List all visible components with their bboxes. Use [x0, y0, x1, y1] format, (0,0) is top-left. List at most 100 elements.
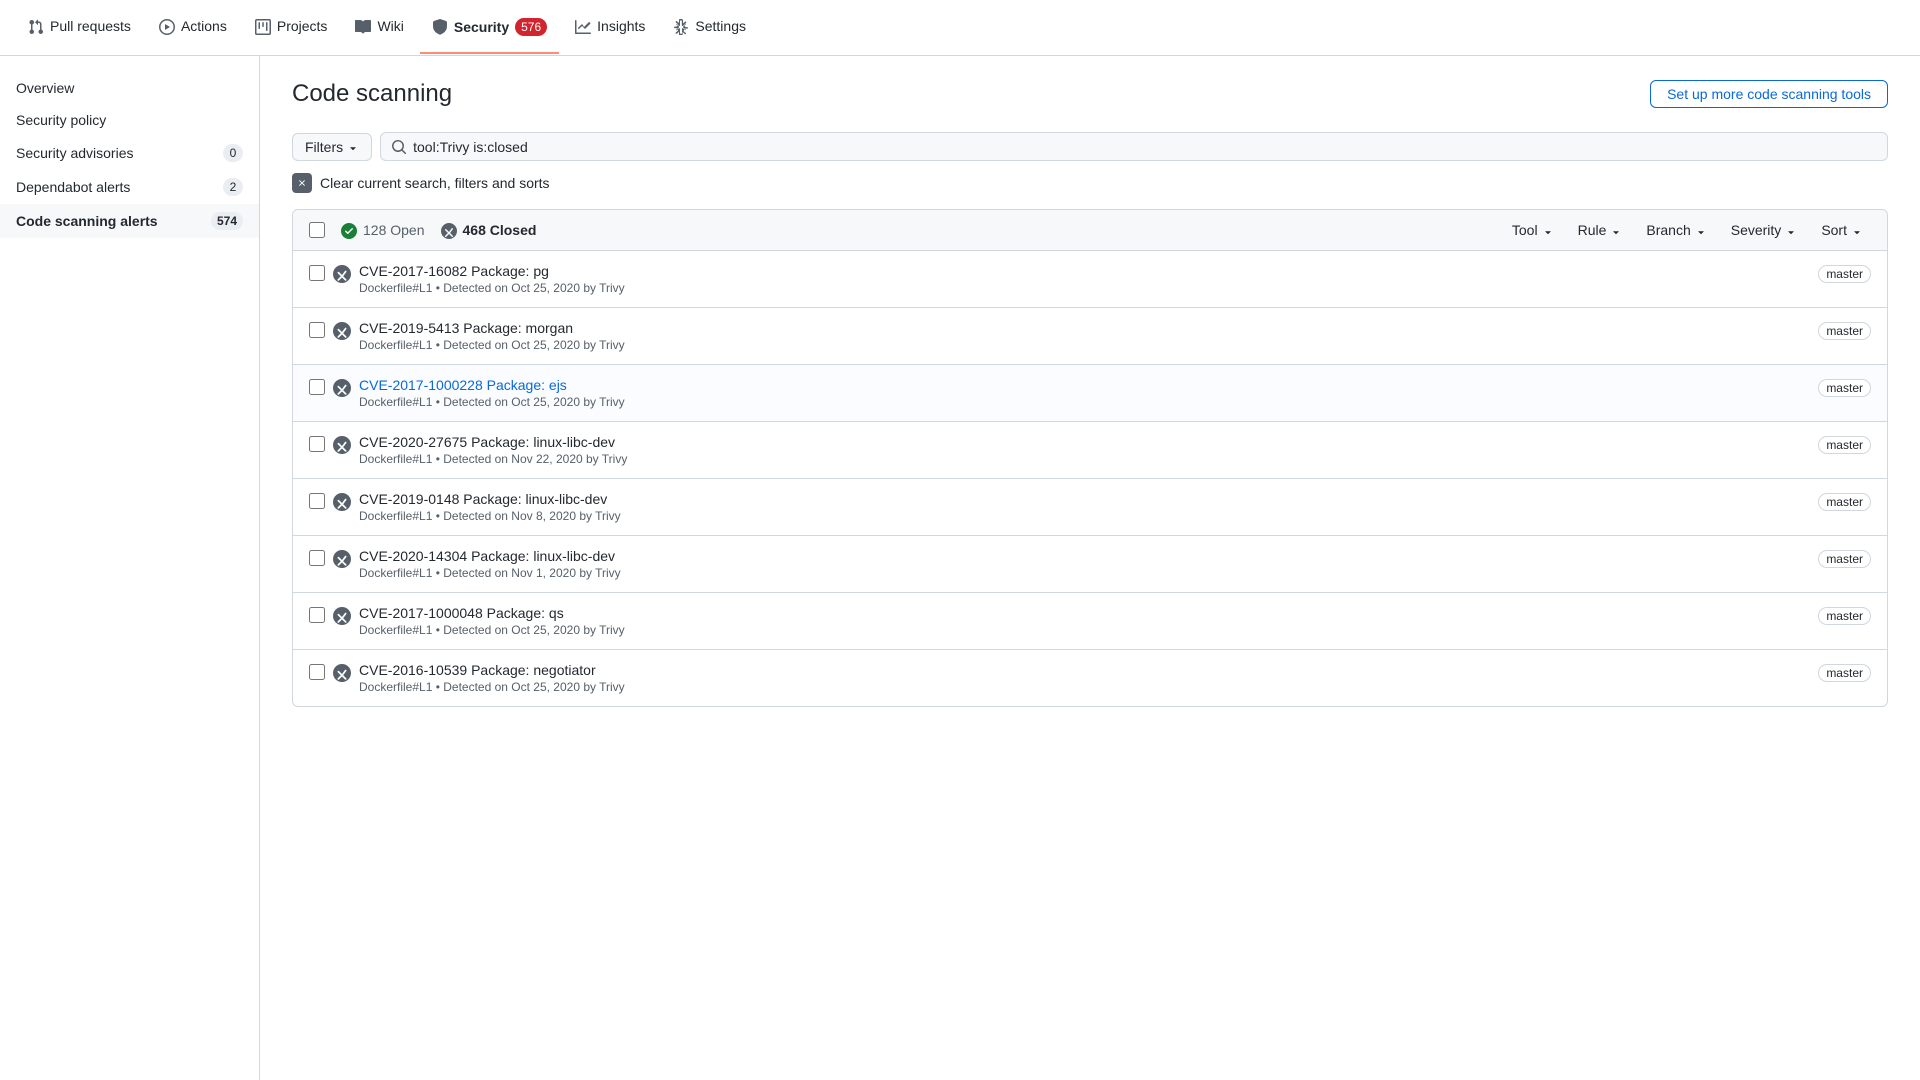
- sidebar-item-security-advisories[interactable]: Security advisories 0: [0, 136, 259, 170]
- closed-count[interactable]: 468 Closed: [441, 222, 537, 239]
- severity-chevron-icon: [1785, 222, 1797, 238]
- rule-dropdown[interactable]: Rule: [1570, 218, 1631, 242]
- severity-dropdown[interactable]: Severity: [1723, 218, 1806, 242]
- sidebar-security-policy-label: Security policy: [16, 112, 243, 128]
- tab-pull-requests[interactable]: Pull requests: [16, 2, 143, 53]
- alert-content: CVE-2017-1000048 Package: qs Dockerfile#…: [359, 605, 1810, 637]
- dependabot-badge: 2: [223, 178, 243, 196]
- alert-branch: master: [1818, 322, 1871, 340]
- alert-meta: Dockerfile#L1 • Detected on Oct 25, 2020…: [359, 281, 1810, 295]
- branch-badge: master: [1818, 436, 1871, 454]
- alert-meta: Dockerfile#L1 • Detected on Oct 25, 2020…: [359, 338, 1810, 352]
- tab-wiki[interactable]: Wiki: [343, 2, 415, 53]
- alert-title-text: CVE-2020-27675 Package: linux-libc-dev: [359, 434, 615, 450]
- sidebar-item-overview[interactable]: Overview: [0, 72, 259, 104]
- results-header-left: 128 Open 468 Closed: [309, 222, 536, 239]
- filter-bar: Filters: [292, 132, 1888, 161]
- alert-title-link[interactable]: CVE-2017-1000228 Package: ejs: [359, 377, 567, 393]
- chevron-down-icon: [347, 139, 359, 155]
- check-icon: [341, 222, 357, 239]
- table-row: CVE-2019-0148 Package: linux-libc-dev Do…: [293, 479, 1887, 536]
- setup-code-scanning-button[interactable]: Set up more code scanning tools: [1650, 80, 1888, 108]
- clear-filter-text[interactable]: Clear current search, filters and sorts: [320, 175, 550, 191]
- branch-chevron-icon: [1695, 222, 1707, 238]
- tab-security[interactable]: Security 576: [420, 2, 559, 54]
- alert-branch: master: [1818, 493, 1871, 511]
- branch-badge: master: [1818, 322, 1871, 340]
- branch-badge: master: [1818, 607, 1871, 625]
- tool-chevron-icon: [1542, 222, 1554, 238]
- clear-filter-button[interactable]: [292, 173, 312, 193]
- insights-icon: [575, 18, 591, 35]
- row-checkbox[interactable]: [309, 436, 325, 452]
- table-row: CVE-2020-14304 Package: linux-libc-dev D…: [293, 536, 1887, 593]
- alert-title-text: CVE-2019-5413 Package: morgan: [359, 320, 573, 336]
- table-row: CVE-2017-1000228 Package: ejs Dockerfile…: [293, 365, 1887, 422]
- pull-request-icon: [28, 18, 44, 35]
- tab-projects-label: Projects: [277, 18, 328, 34]
- closed-status-icon: [333, 321, 351, 339]
- row-checkbox[interactable]: [309, 265, 325, 281]
- main-content: Code scanning Set up more code scanning …: [260, 56, 1920, 1080]
- branch-dropdown[interactable]: Branch: [1638, 218, 1714, 242]
- row-checkbox[interactable]: [309, 664, 325, 680]
- closed-status-icon: [333, 663, 351, 681]
- alert-content: CVE-2019-5413 Package: morgan Dockerfile…: [359, 320, 1810, 352]
- table-row: CVE-2019-5413 Package: morgan Dockerfile…: [293, 308, 1887, 365]
- code-scanning-badge: 574: [211, 212, 243, 230]
- search-icon: [391, 138, 407, 155]
- alert-branch: master: [1818, 550, 1871, 568]
- row-checkbox[interactable]: [309, 379, 325, 395]
- tab-settings[interactable]: Settings: [661, 2, 758, 53]
- sidebar-item-dependabot-alerts[interactable]: Dependabot alerts 2: [0, 170, 259, 204]
- select-all-checkbox[interactable]: [309, 222, 325, 238]
- layout: Overview Security policy Security adviso…: [0, 56, 1920, 1080]
- alert-branch: master: [1818, 664, 1871, 682]
- tab-insights[interactable]: Insights: [563, 2, 657, 53]
- sidebar-security-advisories-label: Security advisories: [16, 145, 223, 161]
- search-box: [380, 132, 1888, 161]
- actions-icon: [159, 18, 175, 35]
- branch-badge: master: [1818, 379, 1871, 397]
- branch-badge: master: [1818, 664, 1871, 682]
- tab-insights-label: Insights: [597, 18, 645, 34]
- sort-chevron-icon: [1851, 222, 1863, 238]
- tab-wiki-label: Wiki: [377, 18, 403, 34]
- alert-meta: Dockerfile#L1 • Detected on Nov 8, 2020 …: [359, 509, 1810, 523]
- alert-title: CVE-2017-16082 Package: pg: [359, 263, 1810, 279]
- table-row: CVE-2017-16082 Package: pg Dockerfile#L1…: [293, 251, 1887, 308]
- search-input[interactable]: [413, 139, 1877, 155]
- alert-branch: master: [1818, 607, 1871, 625]
- filters-button[interactable]: Filters: [292, 133, 372, 161]
- settings-icon: [673, 18, 689, 35]
- tab-security-label: Security: [454, 19, 509, 35]
- x-closed-icon: [441, 222, 457, 239]
- severity-label: Severity: [1731, 222, 1782, 238]
- table-row: CVE-2017-1000048 Package: qs Dockerfile#…: [293, 593, 1887, 650]
- tool-dropdown[interactable]: Tool: [1504, 218, 1562, 242]
- alert-title-text: CVE-2017-1000048 Package: qs: [359, 605, 564, 621]
- row-checkbox[interactable]: [309, 493, 325, 509]
- sidebar-item-code-scanning-alerts[interactable]: Code scanning alerts 574: [0, 204, 259, 238]
- alert-content: CVE-2017-1000228 Package: ejs Dockerfile…: [359, 377, 1810, 409]
- alert-title: CVE-2020-27675 Package: linux-libc-dev: [359, 434, 1810, 450]
- sidebar-item-security-policy[interactable]: Security policy: [0, 104, 259, 136]
- sort-dropdown[interactable]: Sort: [1813, 218, 1871, 242]
- wiki-icon: [355, 18, 371, 35]
- projects-icon: [255, 18, 271, 35]
- table-row: CVE-2016-10539 Package: negotiator Docke…: [293, 650, 1887, 706]
- tab-projects[interactable]: Projects: [243, 2, 340, 53]
- alerts-list: CVE-2017-16082 Package: pg Dockerfile#L1…: [293, 251, 1887, 706]
- tab-actions[interactable]: Actions: [147, 2, 239, 53]
- row-checkbox[interactable]: [309, 607, 325, 623]
- row-checkbox[interactable]: [309, 322, 325, 338]
- sidebar-dependabot-label: Dependabot alerts: [16, 179, 223, 195]
- alert-title: CVE-2020-14304 Package: linux-libc-dev: [359, 548, 1810, 564]
- alert-branch: master: [1818, 379, 1871, 397]
- rule-label: Rule: [1578, 222, 1607, 238]
- open-count[interactable]: 128 Open: [341, 222, 425, 239]
- clear-filter-bar: Clear current search, filters and sorts: [292, 173, 1888, 193]
- results-header: 128 Open 468 Closed Tool: [293, 210, 1887, 251]
- alert-content: CVE-2020-14304 Package: linux-libc-dev D…: [359, 548, 1810, 580]
- row-checkbox[interactable]: [309, 550, 325, 566]
